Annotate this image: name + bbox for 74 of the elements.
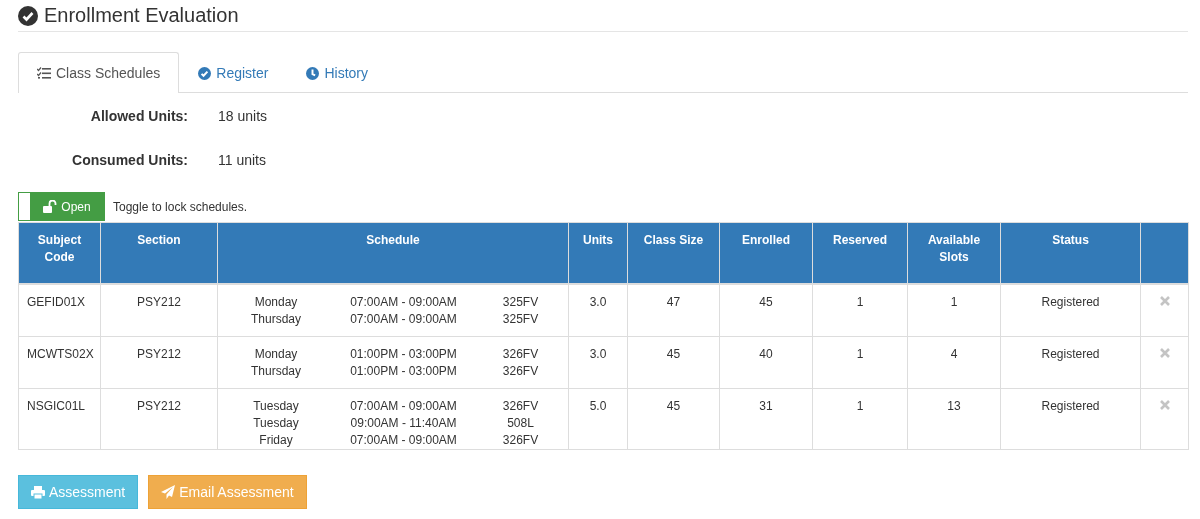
day-text: Thursday: [250, 363, 302, 380]
check-circle-icon: [18, 5, 38, 26]
tab[interactable]: Class Schedules: [18, 52, 180, 93]
day-text: Thursday: [250, 311, 302, 328]
table-cell: 40: [759, 347, 773, 361]
table-cell: MCWTS02X: [27, 347, 94, 361]
day-text: Friday: [258, 432, 294, 449]
column-header: Enrolled: [719, 222, 813, 284]
room-text: 326FV: [501, 432, 540, 449]
table-cell: Registered: [1041, 347, 1100, 361]
remove-icon[interactable]: [1159, 296, 1170, 306]
clock-icon: [306, 66, 320, 80]
table-cell: 31: [759, 399, 773, 413]
time-text: 07:00AM - 09:00AM: [349, 311, 458, 328]
day-text: Tuesday: [252, 398, 300, 415]
time-text: 01:00PM - 03:00PM: [349, 346, 458, 363]
check-circle-icon: [198, 66, 212, 80]
field-value: 18 units: [218, 108, 268, 124]
remove-icon[interactable]: [1159, 400, 1170, 410]
column-header: Subject Code: [18, 222, 101, 284]
tab[interactable]: History: [287, 52, 387, 93]
table-cell: Registered: [1041, 399, 1100, 413]
column-header: Units: [568, 222, 628, 284]
room-text: 326FV: [501, 398, 540, 415]
time-text: 09:00AM - 11:40AM: [349, 415, 458, 432]
column-header: Class Size: [627, 222, 720, 284]
time-text: 07:00AM - 09:00AM: [349, 398, 458, 415]
time-text: 07:00AM - 09:00AM: [349, 294, 458, 311]
table-cell: 3.0: [589, 347, 607, 361]
room-text: 326FV: [501, 346, 540, 363]
table-cell: 1: [950, 295, 958, 309]
table-cell: Registered: [1041, 295, 1100, 309]
column-header: Section: [100, 222, 218, 284]
printer-icon: [31, 485, 45, 499]
tab[interactable]: Register: [179, 52, 288, 93]
table-cell: 45: [666, 399, 681, 413]
column-header: Reserved: [812, 222, 908, 284]
field-label: Consumed Units:: [71, 152, 188, 168]
field-value: 11 units: [218, 152, 266, 168]
checklist-icon: [37, 67, 51, 79]
table-cell: 5.0: [589, 399, 607, 413]
table-cell: PSY212: [136, 295, 181, 309]
page-title: Enrollment Evaluation: [44, 4, 239, 27]
table-cell: 45: [759, 295, 773, 309]
time-text: 01:00PM - 03:00PM: [349, 363, 458, 380]
table-cell: PSY212: [136, 399, 181, 413]
room-text: 326FV: [501, 363, 540, 380]
day-text: Tuesday: [252, 415, 300, 432]
column-header: Available Slots: [907, 222, 1001, 284]
paper-plane-icon: [161, 485, 176, 499]
table-cell: 13: [947, 399, 961, 413]
hint-text: Toggle to lock schedules.: [113, 199, 248, 214]
room-text: 325FV: [501, 311, 540, 328]
table-cell: 1: [856, 399, 864, 413]
column-header: Status: [1000, 222, 1141, 284]
time-text: 07:00AM - 09:00AM: [349, 432, 458, 449]
table-cell: 45: [666, 347, 681, 361]
table-cell: GEFID01X: [27, 295, 86, 309]
remove-icon[interactable]: [1159, 348, 1170, 358]
table-cell: 47: [666, 295, 681, 309]
table-cell: 1: [856, 295, 864, 309]
unlock-icon: [43, 200, 58, 213]
room-text: 508L: [506, 415, 535, 432]
column-header: Schedule: [217, 222, 569, 284]
table-cell: 4: [950, 347, 958, 361]
lock-toggle[interactable]: Open: [18, 192, 105, 221]
table-cell: 1: [856, 347, 864, 361]
table-cell: NSGIC01L: [27, 399, 86, 413]
table-cell: 3.0: [589, 295, 607, 309]
field-label: Allowed Units:: [89, 108, 188, 124]
room-text: 325FV: [501, 294, 540, 311]
table-cell: PSY212: [136, 347, 181, 361]
day-text: Monday: [253, 346, 299, 363]
day-text: Monday: [253, 294, 299, 311]
